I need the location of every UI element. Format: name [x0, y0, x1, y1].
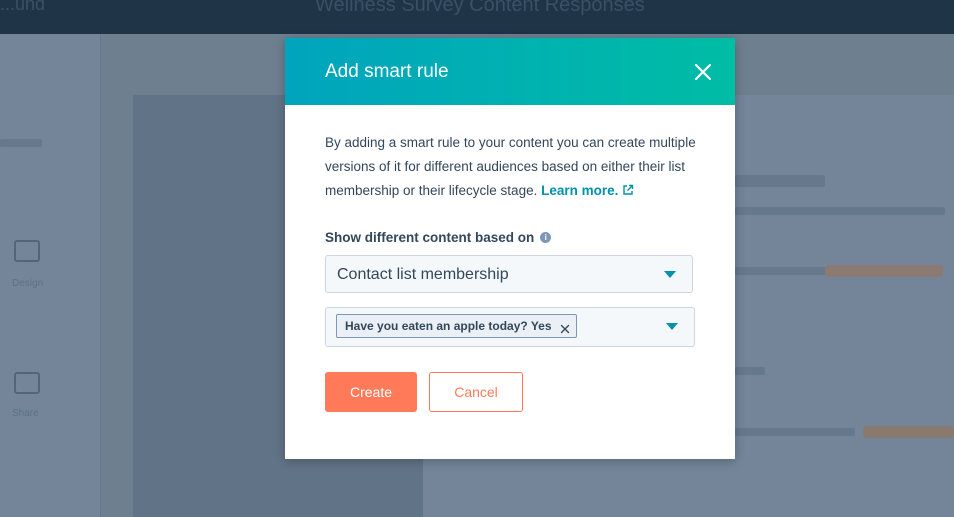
- background-brand: ...und: [0, 0, 46, 14]
- selected-list-tag: Have you eaten an apple today? Yes: [336, 314, 577, 338]
- close-icon: [694, 63, 712, 81]
- create-button[interactable]: Create: [325, 372, 417, 412]
- background-line: [735, 267, 827, 275]
- selected-list-tag-label: Have you eaten an apple today? Yes: [345, 319, 552, 333]
- learn-more-label: Learn more.: [541, 183, 619, 198]
- chevron-down-icon: [666, 323, 678, 330]
- background-line: [735, 428, 855, 436]
- learn-more-link[interactable]: Learn more.: [541, 183, 634, 198]
- background-left-panel: Design Share: [0, 34, 101, 517]
- description-text: By adding a smart rule to your content y…: [325, 135, 696, 198]
- background-line: [735, 175, 825, 187]
- background-line: [735, 207, 945, 215]
- chevron-down-icon: [664, 271, 676, 278]
- background-left-label: Share: [12, 408, 39, 419]
- design-icon: [14, 240, 40, 262]
- content-basis-label: Show different content based on i: [325, 230, 695, 245]
- remove-tag-icon: [560, 324, 569, 334]
- background-left-label: Design: [12, 278, 44, 289]
- external-link-icon: [622, 180, 634, 204]
- add-smart-rule-modal: Add smart rule By adding a smart rule to…: [285, 38, 735, 459]
- remove-tag-button[interactable]: [560, 321, 570, 334]
- share-icon: [14, 372, 40, 394]
- modal-actions: Create Cancel: [325, 372, 695, 412]
- modal-title: Add smart rule: [325, 61, 449, 82]
- modal-header: Add smart rule: [285, 38, 735, 105]
- info-icon[interactable]: i: [540, 232, 552, 243]
- modal-body: By adding a smart rule to your content y…: [285, 105, 735, 412]
- modal-description: By adding a smart rule to your content y…: [325, 131, 697, 204]
- background-page-title: Wellness Survey Content Responses: [315, 0, 645, 16]
- background-line: [0, 139, 42, 147]
- background-badge: [825, 265, 943, 277]
- rule-type-select[interactable]: Contact list membership: [325, 255, 693, 293]
- rule-type-value: Contact list membership: [337, 266, 509, 283]
- background-line: [735, 367, 765, 375]
- background-badge: [863, 426, 954, 438]
- content-basis-label-text: Show different content based on: [325, 230, 535, 245]
- cancel-button[interactable]: Cancel: [429, 372, 523, 412]
- list-multi-select[interactable]: Have you eaten an apple today? Yes: [325, 307, 695, 347]
- close-button[interactable]: [693, 62, 713, 82]
- background-top-bar: ...und Wellness Survey Content Responses: [0, 0, 954, 34]
